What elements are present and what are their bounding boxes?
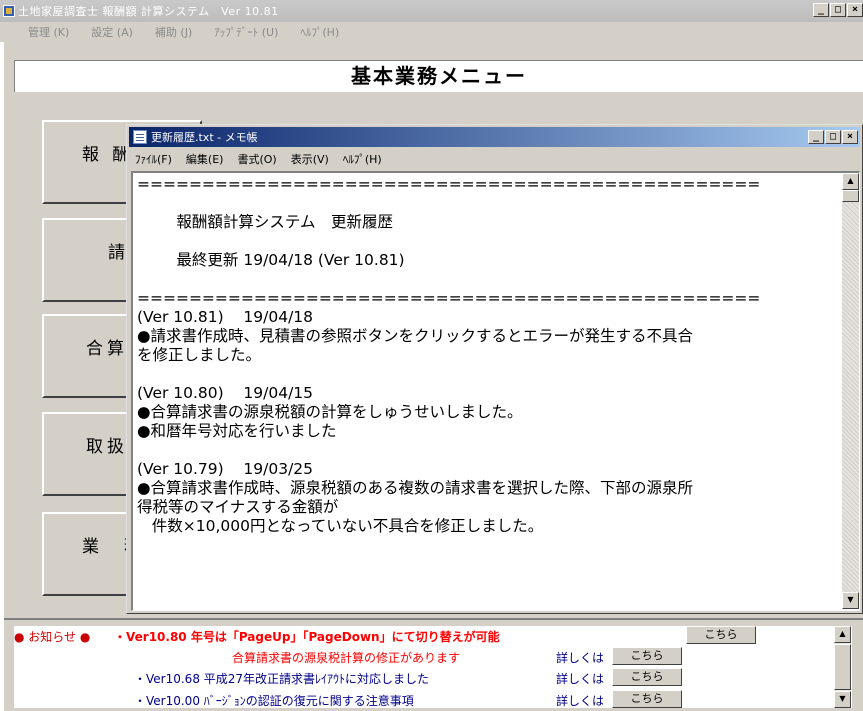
notepad-scrollbar[interactable]: ▲ ▼ [842,173,859,609]
notepad-menu-help[interactable]: ﾍﾙﾌﾟ(H) [343,151,382,167]
notice-4-link-button[interactable]: こちら [612,690,682,708]
notepad-maximize-button[interactable]: □ [825,130,841,144]
scroll-thumb[interactable] [834,644,851,690]
notepad-menu-format[interactable]: 書式(O) [237,151,276,167]
close-button[interactable]: × [847,3,863,17]
update-history-text[interactable]: ========================================… [137,175,837,536]
notice-line-4: ・Ver10.00 ﾊﾞｰｼﾞｮﾝの認証の復元に関する注意事項 [134,694,414,708]
notepad-title-bar[interactable]: 更新履歴.txt - メモ帳 _ □ × [129,127,860,147]
notepad-menu-file[interactable]: ﾌｧｲﾙ(F) [135,151,172,167]
main-window-title: 土地家屋調査士 報酬額 計算システム Ver 10.81 [18,5,279,18]
scroll-up-arrow-icon[interactable]: ▲ [842,173,859,190]
notepad-window: 更新履歴.txt - メモ帳 _ □ × ﾌｧｲﾙ(F) 編集(E) 書式(O)… [126,124,863,614]
notepad-title: 更新履歴.txt - メモ帳 [151,131,258,144]
notepad-icon [133,130,147,144]
notice-list: ● お知らせ ● ・Ver10.80 年号は「PageUp」「PageDown」… [14,626,852,708]
menu-update[interactable]: ｱｯﾌﾟﾃﾞｰﾄ (U) [214,24,278,40]
notice-scrollbar[interactable]: ▲ ▼ [834,626,851,708]
notice-panel: ● お知らせ ● ・Ver10.80 年号は「PageUp」「PageDown」… [4,618,863,711]
scroll-up-arrow-icon[interactable]: ▲ [834,626,851,643]
notice-3-detail-label: 詳しくは [556,672,605,686]
app-icon [3,5,15,17]
notepad-text-area[interactable]: ========================================… [131,171,860,611]
notepad-menu-view[interactable]: 表示(V) [291,151,329,167]
scroll-down-arrow-icon[interactable]: ▼ [834,691,851,708]
notice-line-2: 合算請求書の源泉税計算の修正があります [232,651,461,665]
menu-help[interactable]: ﾍﾙﾌﾟ(H) [300,24,339,40]
notice-4-detail-label: 詳しくは [556,694,605,708]
menu-hojo[interactable]: 補助 (J) [155,24,192,40]
notice-line-3: ・Ver10.68 平成27年改正請求書ﾚｲｱｳﾄに対応しました [134,672,430,686]
maximize-button[interactable]: □ [830,3,846,17]
notice-2-link-button[interactable]: こちら [612,647,682,665]
main-title-bar: 土地家屋調査士 報酬額 計算システム Ver 10.81 _ □ × [0,0,863,22]
main-menu-bar: 管理 (K) 設定 (A) 補助 (J) ｱｯﾌﾟﾃﾞｰﾄ (U) ﾍﾙﾌﾟ(H… [0,22,863,42]
notepad-minimize-button[interactable]: _ [808,130,824,144]
notice-line-1: ・Ver10.80 年号は「PageUp」「PageDown」にて切り替えが可能 [114,630,500,644]
notepad-window-controls: _ □ × [808,130,858,144]
menu-settei[interactable]: 設定 (A) [91,24,133,40]
notice-3-link-button[interactable]: こちら [612,668,682,686]
main-window-controls: _ □ × [813,3,863,17]
notepad-close-button[interactable]: × [842,130,858,144]
menu-kanri[interactable]: 管理 (K) [28,24,69,40]
scroll-thumb[interactable] [842,190,859,202]
notice-2-detail-label: 詳しくは [556,651,605,665]
page-title: 基本業務メニュー [14,60,863,92]
minimize-button[interactable]: _ [813,3,829,17]
notice-label: ● お知らせ ● [14,630,91,644]
notepad-menu-edit[interactable]: 編集(E) [186,151,224,167]
scroll-down-arrow-icon[interactable]: ▼ [842,592,859,609]
notepad-menu-bar: ﾌｧｲﾙ(F) 編集(E) 書式(O) 表示(V) ﾍﾙﾌﾟ(H) [135,149,382,169]
notice-1-link-button[interactable]: こちら [686,626,756,644]
